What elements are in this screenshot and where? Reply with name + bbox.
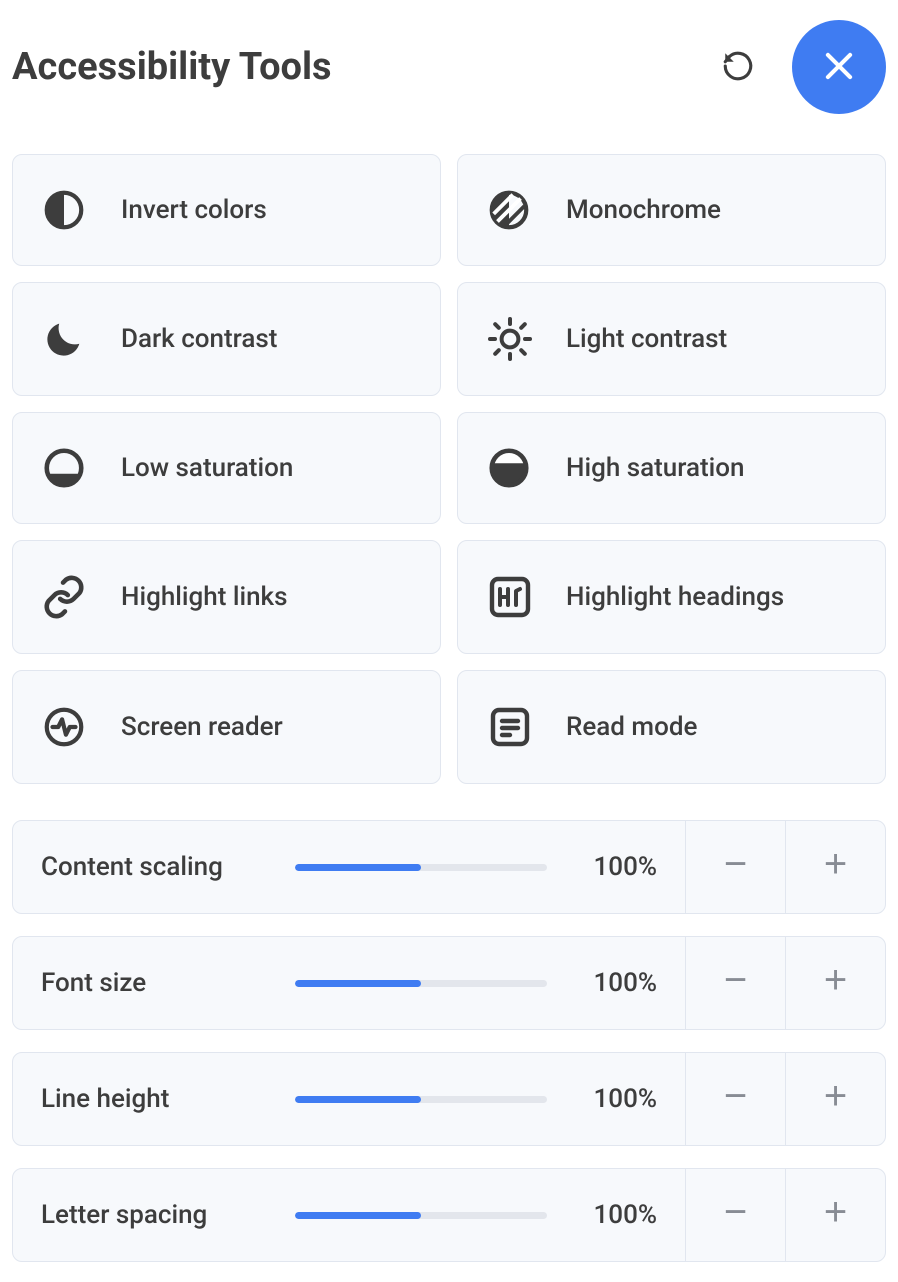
font-size-row: Font size 100% − +	[12, 936, 886, 1030]
close-icon	[820, 47, 858, 88]
h1-icon	[486, 573, 540, 621]
content-scaling-decrease-button[interactable]: −	[685, 821, 785, 913]
font-size-label: Font size	[41, 968, 271, 998]
minus-icon: −	[724, 1076, 747, 1116]
highlight-links-label: Highlight links	[121, 582, 288, 612]
minus-icon: −	[724, 960, 747, 1000]
line-height-increase-button[interactable]: +	[785, 1053, 885, 1145]
font-size-increase-button[interactable]: +	[785, 937, 885, 1029]
plus-icon: +	[824, 1192, 847, 1232]
minus-icon: −	[724, 844, 747, 884]
line-height-decrease-button[interactable]: −	[685, 1053, 785, 1145]
letter-spacing-decrease-button[interactable]: −	[685, 1169, 785, 1261]
line-height-value: 100%	[581, 1084, 657, 1114]
minus-icon: −	[724, 1192, 747, 1232]
dark-contrast-card[interactable]: Dark contrast	[12, 282, 441, 396]
plus-icon: +	[824, 960, 847, 1000]
letter-spacing-main: Letter spacing 100%	[13, 1169, 685, 1261]
sliders-list: Content scaling100%−+Font size100%−+Line…	[12, 820, 886, 1262]
invert-colors-card[interactable]: Invert colors	[12, 154, 441, 266]
screen-reader-label: Screen reader	[121, 712, 283, 742]
header: Accessibility Tools	[12, 12, 886, 154]
low-saturation-card[interactable]: Low saturation	[12, 412, 441, 524]
activity-icon	[41, 704, 95, 750]
light-contrast-card[interactable]: Light contrast	[457, 282, 886, 396]
reset-button[interactable]	[714, 43, 762, 91]
page-title: Accessibility Tools	[12, 45, 714, 89]
line-height-slider[interactable]	[295, 1096, 547, 1103]
letter-spacing-slider[interactable]	[295, 1212, 547, 1219]
highlight-headings-card[interactable]: Highlight headings	[457, 540, 886, 654]
highlight-links-card[interactable]: Highlight links	[12, 540, 441, 654]
line-height-label: Line height	[41, 1084, 271, 1114]
high-sat-icon	[486, 445, 540, 491]
read-icon	[486, 703, 540, 751]
font-size-slider[interactable]	[295, 980, 547, 987]
tools-grid: Invert colors Monochrome Dark contrast Ligh…	[12, 154, 886, 784]
light-contrast-label: Light contrast	[566, 324, 727, 354]
content-scaling-value: 100%	[581, 852, 657, 882]
read-mode-card[interactable]: Read mode	[457, 670, 886, 784]
plus-icon: +	[824, 1076, 847, 1116]
high-saturation-card[interactable]: High saturation	[457, 412, 886, 524]
content-scaling-slider[interactable]	[295, 864, 547, 871]
plus-icon: +	[824, 844, 847, 884]
font-size-main: Font size 100%	[13, 937, 685, 1029]
font-size-decrease-button[interactable]: −	[685, 937, 785, 1029]
sun-icon	[486, 315, 540, 363]
highlight-headings-label: Highlight headings	[566, 582, 784, 612]
low-saturation-label: Low saturation	[121, 453, 293, 483]
moon-icon	[41, 316, 95, 362]
content-scaling-label: Content scaling	[41, 852, 271, 882]
close-button[interactable]	[792, 20, 886, 114]
screen-reader-card[interactable]: Screen reader	[12, 670, 441, 784]
low-sat-icon	[41, 445, 95, 491]
letter-spacing-increase-button[interactable]: +	[785, 1169, 885, 1261]
read-mode-label: Read mode	[566, 712, 697, 742]
monochrome-card[interactable]: Monochrome	[457, 154, 886, 266]
line-height-main: Line height 100%	[13, 1053, 685, 1145]
invert-colors-label: Invert colors	[121, 195, 267, 225]
font-size-value: 100%	[581, 968, 657, 998]
monochrome-label: Monochrome	[566, 195, 721, 225]
content-scaling-main: Content scaling 100%	[13, 821, 685, 913]
content-scaling-increase-button[interactable]: +	[785, 821, 885, 913]
letter-spacing-value: 100%	[581, 1200, 657, 1230]
monochrome-icon	[486, 187, 540, 233]
reset-icon	[721, 49, 755, 86]
letter-spacing-label: Letter spacing	[41, 1200, 271, 1230]
line-height-row: Line height 100% − +	[12, 1052, 886, 1146]
high-saturation-label: High saturation	[566, 453, 745, 483]
invert-icon	[41, 187, 95, 233]
link-icon	[41, 574, 95, 620]
dark-contrast-label: Dark contrast	[121, 324, 277, 354]
content-scaling-row: Content scaling 100% − +	[12, 820, 886, 914]
letter-spacing-row: Letter spacing 100% − +	[12, 1168, 886, 1262]
